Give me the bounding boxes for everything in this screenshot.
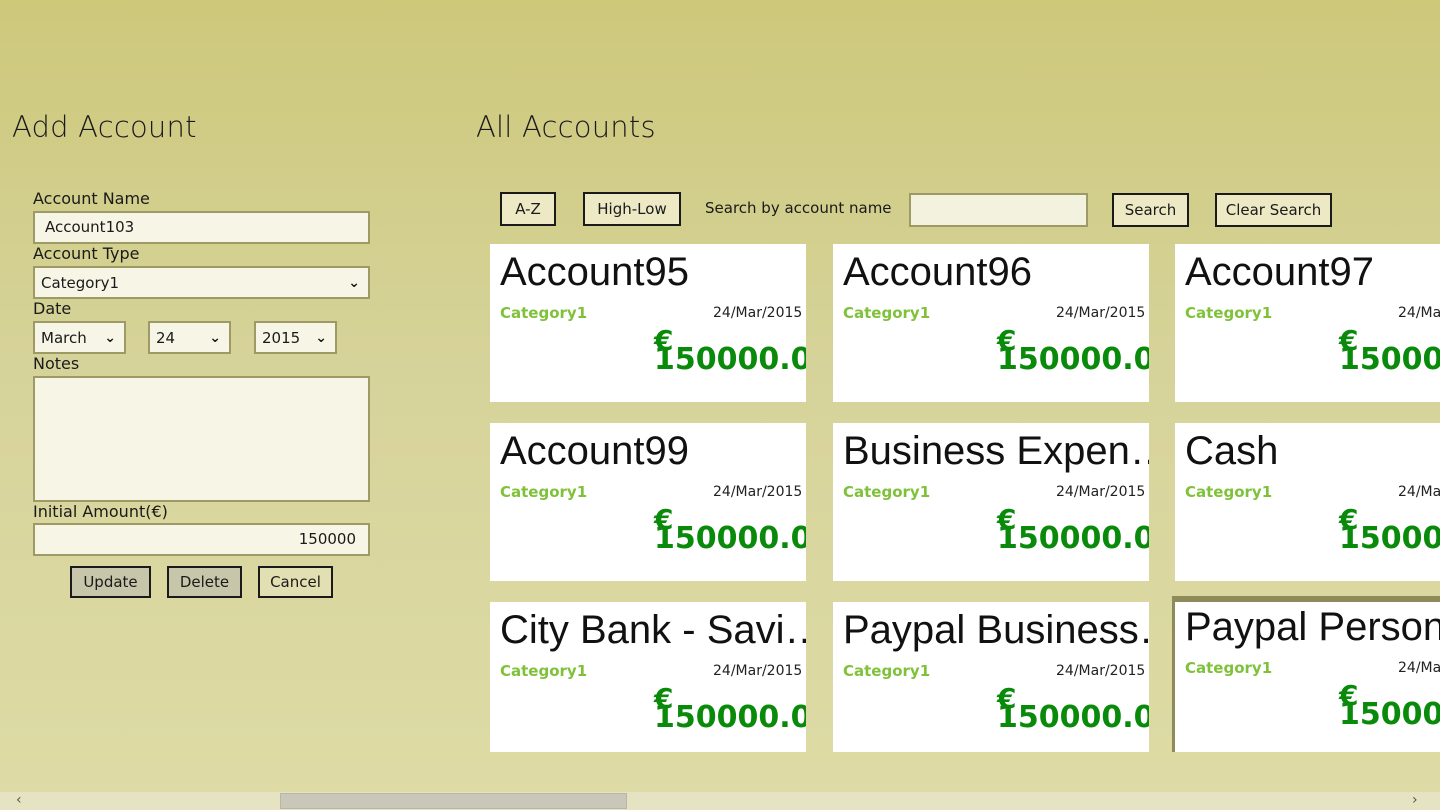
date-label: Date (33, 299, 72, 318)
scroll-left-icon[interactable]: ‹ (16, 792, 22, 808)
account-amount: 150000.00 (1339, 697, 1440, 732)
date-day-value: 24 (156, 328, 176, 347)
account-category: Category1 (500, 483, 588, 501)
account-card[interactable]: City Bank - Savi… Category1 24/Mar/2015 … (490, 602, 806, 752)
update-button[interactable]: Update (70, 566, 151, 598)
account-date: 24/Mar/2015 (1056, 484, 1146, 500)
date-month-value: March (41, 328, 87, 347)
account-name-label: Account Name (33, 189, 150, 208)
account-card[interactable]: Account99 Category1 24/Mar/2015 € 150000… (490, 423, 806, 581)
initial-amount-input[interactable]: 150000 (33, 523, 370, 556)
account-type-label: Account Type (33, 244, 140, 263)
search-input[interactable] (909, 193, 1088, 227)
account-category: Category1 (843, 483, 931, 501)
account-amount: 150000.00 (1339, 521, 1440, 556)
account-amount: 150000.00 (997, 700, 1149, 735)
account-card[interactable]: Paypal Business… Category1 24/Mar/2015 €… (833, 602, 1149, 752)
account-category: Category1 (1185, 659, 1273, 677)
account-name: Paypal Persona (1185, 605, 1440, 649)
account-date: 24/Mar/2015 (1398, 660, 1440, 676)
account-amount: 150000.00 (997, 521, 1149, 556)
account-amount: 150000.00 (997, 342, 1149, 377)
account-card-selected[interactable]: Paypal Persona Category1 24/Mar/2015 € 1… (1172, 596, 1440, 752)
scroll-right-icon[interactable]: › (1412, 792, 1418, 808)
notes-textarea[interactable] (33, 376, 370, 502)
account-category: Category1 (1185, 304, 1273, 322)
account-date: 24/Mar/2015 (713, 305, 803, 321)
account-date: 24/Mar/2015 (1056, 663, 1146, 679)
account-amount: 150000.00 (1339, 342, 1440, 377)
account-amount: 150000.00 (654, 521, 806, 556)
date-year-select[interactable]: 2015 ⌄ (254, 321, 337, 354)
chevron-down-icon: ⌄ (104, 329, 116, 346)
account-card[interactable]: Account96 Category1 24/Mar/2015 € 150000… (833, 244, 1149, 402)
account-name-value: Account103 (45, 218, 135, 236)
date-month-select[interactable]: March ⌄ (33, 321, 126, 354)
chevron-down-icon: ⌄ (315, 329, 327, 346)
scrollbar-thumb[interactable] (280, 793, 627, 809)
account-name: Account99 (500, 429, 690, 473)
sort-az-button[interactable]: A-Z (500, 192, 556, 226)
search-label: Search by account name (705, 199, 892, 217)
chevron-down-icon: ⌄ (348, 274, 360, 291)
account-category: Category1 (1185, 483, 1273, 501)
account-date: 24/Mar/2015 (713, 663, 803, 679)
account-name: Account96 (843, 250, 1033, 294)
account-type-select[interactable]: Category1 ⌄ (33, 266, 370, 299)
sort-high-low-button[interactable]: High-Low (583, 192, 681, 226)
cancel-button[interactable]: Cancel (258, 566, 333, 598)
account-name: Cash (1185, 429, 1279, 473)
account-name: Paypal Business… (843, 608, 1149, 652)
account-date: 24/Mar/2015 (713, 484, 803, 500)
account-category: Category1 (500, 662, 588, 680)
initial-amount-value: 150000 (298, 530, 356, 548)
account-date: 24/Mar/2015 (1056, 305, 1146, 321)
account-name: Account97 (1185, 250, 1375, 294)
delete-button[interactable]: Delete (167, 566, 242, 598)
search-button[interactable]: Search (1112, 193, 1189, 227)
initial-amount-label: Initial Amount(€) (33, 502, 168, 521)
all-accounts-title: All Accounts (476, 110, 656, 144)
notes-label: Notes (33, 354, 80, 373)
account-category: Category1 (500, 304, 588, 322)
account-card[interactable]: Account95 Category1 24/Mar/2015 € 150000… (490, 244, 806, 402)
clear-search-button[interactable]: Clear Search (1215, 193, 1332, 227)
account-type-value: Category1 (41, 273, 120, 292)
account-date: 24/Mar/2015 (1398, 484, 1440, 500)
account-name: Business Expen… (843, 429, 1149, 473)
account-date: 24/Mar/2015 (1398, 305, 1440, 321)
horizontal-scrollbar[interactable] (0, 792, 1440, 810)
account-amount: 150000.00 (654, 342, 806, 377)
account-name: Account95 (500, 250, 690, 294)
add-account-title: Add Account (12, 110, 197, 144)
account-name-input[interactable]: Account103 (33, 211, 370, 244)
chevron-down-icon: ⌄ (209, 329, 221, 346)
account-name: City Bank - Savi… (500, 608, 806, 652)
account-card[interactable]: Business Expen… Category1 24/Mar/2015 € … (833, 423, 1149, 581)
date-day-select[interactable]: 24 ⌄ (148, 321, 231, 354)
date-year-value: 2015 (262, 328, 301, 347)
account-category: Category1 (843, 304, 931, 322)
account-amount: 150000.00 (654, 700, 806, 735)
account-category: Category1 (843, 662, 931, 680)
account-card[interactable]: Account97 Category1 24/Mar/2015 € 150000… (1175, 244, 1440, 402)
account-card[interactable]: Cash Category1 24/Mar/2015 € 150000.00 (1175, 423, 1440, 581)
